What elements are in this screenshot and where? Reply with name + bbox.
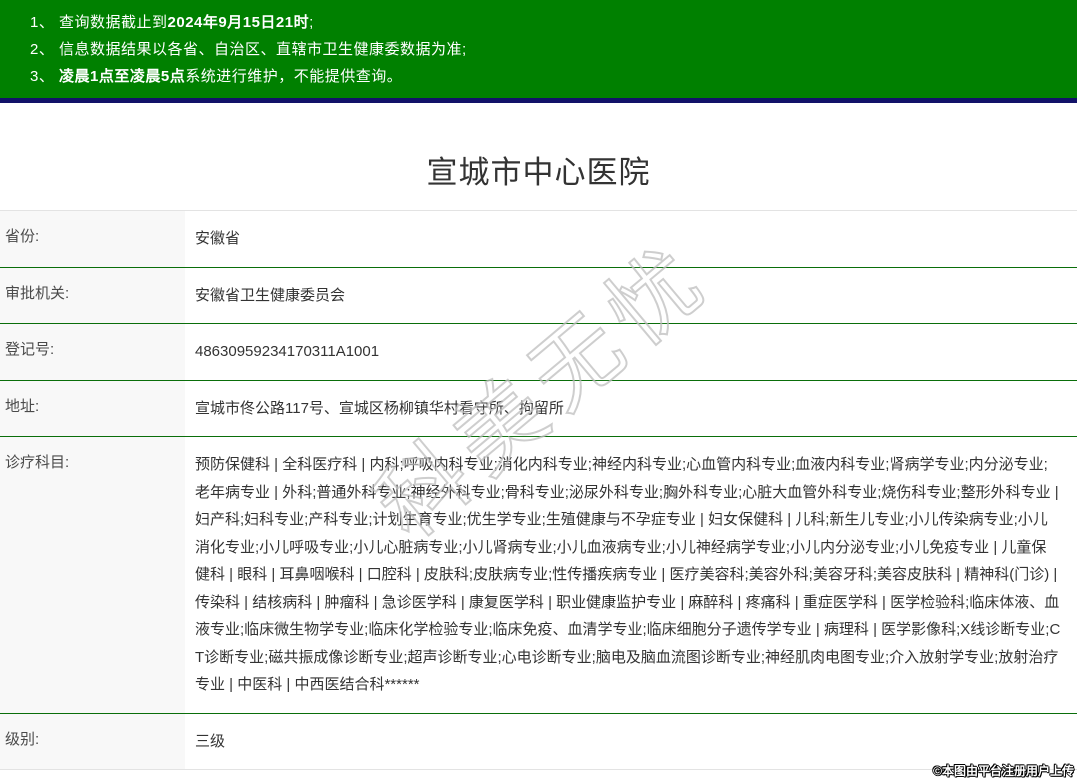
row-value-province: 安徽省	[195, 230, 241, 247]
notice-3-suffix: 系统进行维护，不能提供查询。	[185, 68, 403, 85]
notice-1-bold: 2024年9月15日21时	[167, 14, 310, 31]
row-label-level: 级别:	[0, 713, 185, 770]
table-row-province: 省份: 安徽省	[0, 210, 1077, 267]
notice-1-suffix: ;	[309, 14, 314, 31]
notice-banner: 1、 查询数据截止到2024年9月15日21时; 2、 信息数据结果以各省、自治…	[0, 0, 1077, 103]
notice-item-3: 3、 凌晨1点至凌晨5点系统进行维护，不能提供查询。	[30, 63, 1067, 90]
table-row-level: 级别: 三级	[0, 713, 1077, 770]
row-value-registration-number: 48630959234170311A1001	[195, 343, 380, 360]
notice-item-2: 2、 信息数据结果以各省、自治区、直辖市卫生健康委数据为准;	[30, 36, 1067, 63]
row-label-address: 地址:	[0, 380, 185, 437]
table-row-approval-authority: 审批机关: 安徽省卫生健康委员会	[0, 267, 1077, 324]
notice-2-text: 2、 信息数据结果以各省、自治区、直辖市卫生健康委数据为准;	[30, 41, 467, 58]
notice-item-1: 1、 查询数据截止到2024年9月15日21时;	[30, 9, 1067, 36]
corner-watermark: ©本图由平台注册用户上传	[933, 764, 1074, 778]
row-value-approval-authority: 安徽省卫生健康委员会	[195, 286, 346, 304]
notice-1-text: 1、 查询数据截止到	[30, 14, 168, 31]
row-label-approval-authority: 审批机关:	[0, 267, 185, 324]
row-value-address: 宣城市佟公路117号、宣城区杨柳镇华村看守所、拘留所	[195, 399, 564, 417]
row-value-medical-subjects: 预防保健科 | 全科医疗科 | 内科;呼吸内科专业;消化内科专业;神经内科专业;…	[195, 456, 1061, 693]
row-label-medical-subjects: 诊疗科目:	[0, 436, 185, 713]
table-row-registration-number: 登记号: 48630959234170311A1001	[0, 323, 1077, 380]
info-table: 省份: 安徽省 审批机关: 安徽省卫生健康委员会 登记号: 4863095923…	[0, 210, 1077, 770]
table-row-address: 地址: 宣城市佟公路117号、宣城区杨柳镇华村看守所、拘留所	[0, 380, 1077, 437]
table-row-medical-subjects: 诊疗科目: 预防保健科 | 全科医疗科 | 内科;呼吸内科专业;消化内科专业;神…	[0, 436, 1077, 713]
row-label-province: 省份:	[0, 210, 185, 267]
row-label-registration-number: 登记号:	[0, 323, 185, 380]
page-title: 宣城市中心医院	[426, 155, 651, 190]
notice-3-text: 3、	[30, 68, 60, 85]
notice-3-bold: 凌晨1点至凌晨5点	[59, 68, 186, 85]
